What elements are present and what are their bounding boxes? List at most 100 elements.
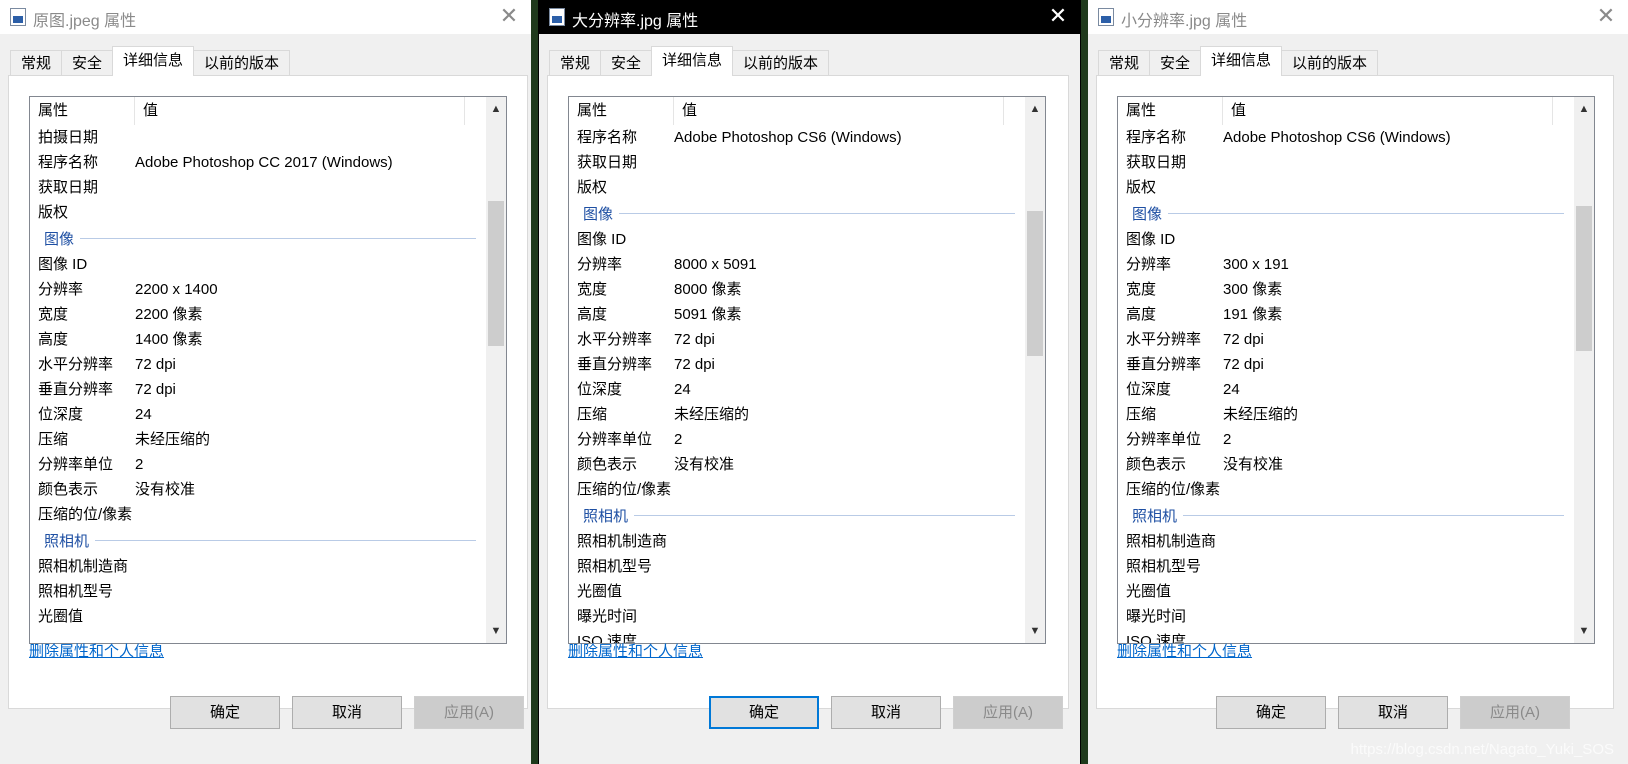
tab-general[interactable]: 常规 [1098,50,1151,76]
list-item[interactable]: 位深度 24 [1118,377,1574,402]
list-item[interactable]: 位深度 24 [30,402,486,427]
tab-details[interactable]: 详细信息 [1200,46,1283,76]
property-list[interactable]: 属性值程序名称 Adobe Photoshop CS6 (Windows) 获取日期… [568,96,1046,644]
list-item[interactable]: 压缩的位/像素 [1118,477,1574,502]
title-bar[interactable]: 原图.jpeg 属性 ✕ [0,0,531,34]
chevron-down-icon[interactable]: ▼ [1574,621,1594,641]
list-item[interactable]: 水平分辨率 72 dpi [1118,327,1574,352]
remove-properties-link[interactable]: 删除属性和个人信息 [568,640,703,661]
tab-security[interactable]: 安全 [61,50,114,76]
tab-details[interactable]: 详细信息 [651,46,734,76]
list-item[interactable]: 版权 [569,175,1025,200]
list-item[interactable]: 宽度 2200 像素 [30,302,486,327]
close-icon[interactable]: ✕ [1046,5,1070,29]
tab-previous-versions[interactable]: 以前的版本 [732,50,830,76]
list-item[interactable]: 照相机型号 [1118,554,1574,579]
chevron-up-icon[interactable]: ▲ [1574,99,1594,119]
title-bar[interactable]: 小分辨率.jpg 属性 ✕ [1088,0,1628,34]
chevron-down-icon[interactable]: ▼ [1025,621,1045,641]
list-item[interactable]: 程序名称 Adobe Photoshop CS6 (Windows) [569,125,1025,150]
tab-general[interactable]: 常规 [549,50,602,76]
close-icon[interactable]: ✕ [497,5,521,29]
apply-button[interactable]: 应用(A) [953,696,1063,729]
title-bar[interactable]: 大分辨率.jpg 属性 ✕ [539,0,1080,34]
list-item[interactable]: 宽度 300 像素 [1118,277,1574,302]
scroll-thumb[interactable] [1027,211,1043,356]
cancel-button[interactable]: 取消 [1338,696,1448,729]
ok-button[interactable]: 确定 [170,696,280,729]
list-item[interactable]: 照相机制造商 [569,529,1025,554]
cancel-button[interactable]: 取消 [831,696,941,729]
list-item[interactable]: 分辨率 2200 x 1400 [30,277,486,302]
list-item[interactable]: 水平分辨率 72 dpi [569,327,1025,352]
tab-details[interactable]: 详细信息 [112,46,195,76]
list-item[interactable]: 分辨率单位 2 [30,452,486,477]
list-item[interactable]: 获取日期 [569,150,1025,175]
tab-general[interactable]: 常规 [10,50,63,76]
list-item[interactable]: 颜色表示 没有校准 [1118,452,1574,477]
property-list[interactable]: 属性值程序名称 Adobe Photoshop CS6 (Windows) 获取日期… [1117,96,1595,644]
column-header-value[interactable]: 值 [1223,97,1553,125]
list-item[interactable]: 版权 [30,200,486,225]
list-item[interactable]: 高度 191 像素 [1118,302,1574,327]
vertical-scrollbar[interactable]: ▲ ▼ [1025,97,1045,643]
list-item[interactable]: 垂直分辨率 72 dpi [1118,352,1574,377]
list-item[interactable]: 获取日期 [1118,150,1574,175]
tab-previous-versions[interactable]: 以前的版本 [1281,50,1379,76]
scroll-thumb[interactable] [1576,206,1592,351]
chevron-up-icon[interactable]: ▲ [1025,99,1045,119]
list-item[interactable]: 压缩 未经压缩的 [569,402,1025,427]
column-header-value[interactable]: 值 [135,97,465,125]
ok-button[interactable]: 确定 [1216,696,1326,729]
list-item[interactable]: 分辨率单位 2 [569,427,1025,452]
list-item[interactable]: 程序名称 Adobe Photoshop CS6 (Windows) [1118,125,1574,150]
ok-button[interactable]: 确定 [709,696,819,729]
scroll-thumb[interactable] [488,201,504,346]
column-header-property[interactable]: 属性 [30,97,135,125]
list-item[interactable]: 颜色表示 没有校准 [30,477,486,502]
chevron-up-icon[interactable]: ▲ [486,99,506,119]
column-header-property[interactable]: 属性 [569,97,674,125]
column-header-value[interactable]: 值 [674,97,1004,125]
vertical-scrollbar[interactable]: ▲ ▼ [486,97,506,643]
list-item[interactable]: 程序名称 Adobe Photoshop CC 2017 (Windows) [30,150,486,175]
list-item[interactable]: 垂直分辨率 72 dpi [569,352,1025,377]
apply-button[interactable]: 应用(A) [414,696,524,729]
list-item[interactable]: 分辨率 8000 x 5091 [569,252,1025,277]
list-item[interactable]: 光圈值 [569,579,1025,604]
tab-security[interactable]: 安全 [600,50,653,76]
chevron-down-icon[interactable]: ▼ [486,621,506,641]
list-item[interactable]: 图像 ID [569,227,1025,252]
list-item[interactable]: 压缩 未经压缩的 [1118,402,1574,427]
list-item[interactable]: 光圈值 [1118,579,1574,604]
cancel-button[interactable]: 取消 [292,696,402,729]
list-item[interactable]: 获取日期 [30,175,486,200]
tab-security[interactable]: 安全 [1149,50,1202,76]
list-item[interactable]: 照相机制造商 [30,554,486,579]
list-item[interactable]: 压缩的位/像素 [30,502,486,527]
list-item[interactable]: 压缩的位/像素 [569,477,1025,502]
list-item[interactable]: 分辨率 300 x 191 [1118,252,1574,277]
list-item[interactable]: 水平分辨率 72 dpi [30,352,486,377]
list-item[interactable]: 版权 [1118,175,1574,200]
list-item[interactable]: 位深度 24 [569,377,1025,402]
close-icon[interactable]: ✕ [1594,5,1618,29]
list-item[interactable]: 宽度 8000 像素 [569,277,1025,302]
list-item[interactable]: 照相机制造商 [1118,529,1574,554]
list-item[interactable]: 高度 1400 像素 [30,327,486,352]
property-list[interactable]: 属性值拍摄日期 程序名称 Adobe Photoshop CC 2017 (Wind… [29,96,507,644]
vertical-scrollbar[interactable]: ▲ ▼ [1574,97,1594,643]
remove-properties-link[interactable]: 删除属性和个人信息 [29,640,164,661]
list-item[interactable]: 图像 ID [30,252,486,277]
list-item[interactable]: 颜色表示 没有校准 [569,452,1025,477]
list-item[interactable]: 照相机型号 [30,579,486,604]
list-item[interactable]: 照相机型号 [569,554,1025,579]
list-item[interactable]: 压缩 未经压缩的 [30,427,486,452]
list-item[interactable]: 图像 ID [1118,227,1574,252]
list-item[interactable]: 拍摄日期 [30,125,486,150]
remove-properties-link[interactable]: 删除属性和个人信息 [1117,640,1252,661]
column-header-property[interactable]: 属性 [1118,97,1223,125]
list-item[interactable]: 光圈值 [30,604,486,629]
list-item[interactable]: 曝光时间 [1118,604,1574,629]
tab-previous-versions[interactable]: 以前的版本 [193,50,291,76]
